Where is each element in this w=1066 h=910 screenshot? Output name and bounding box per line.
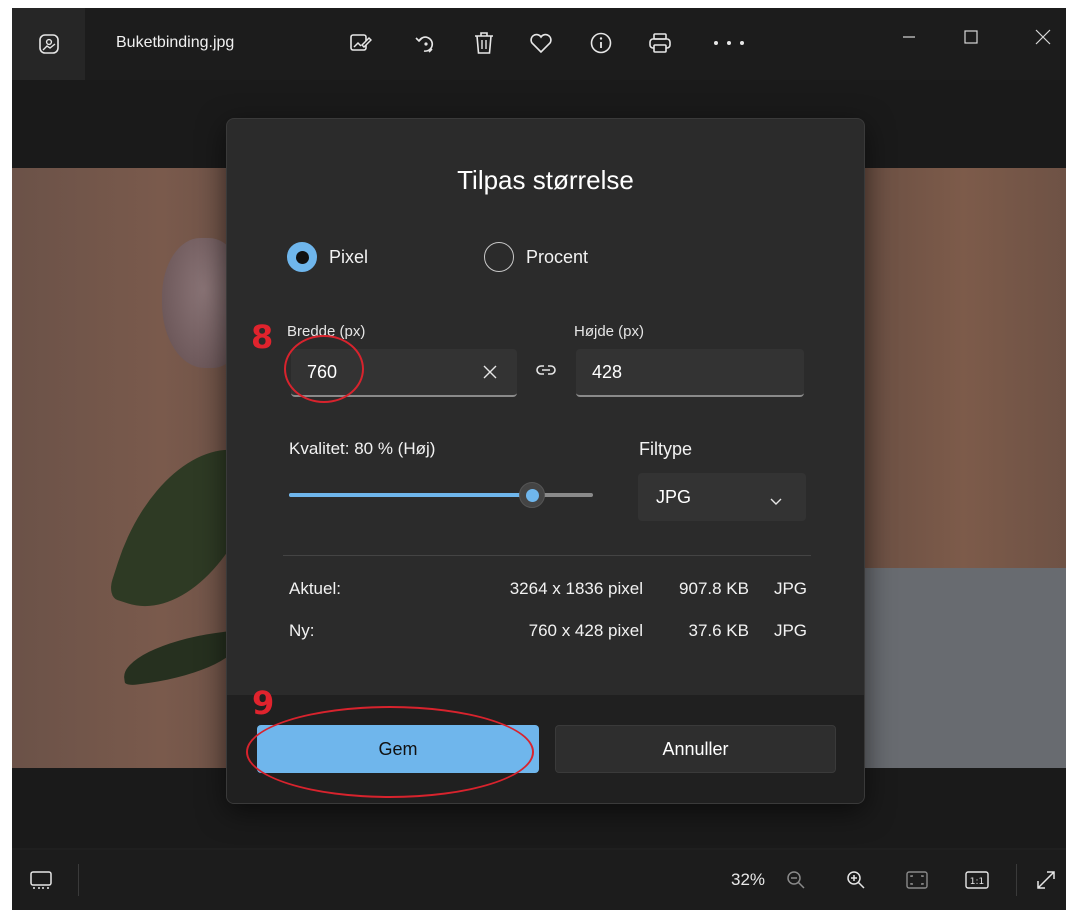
dialog-title: Tilpas størrelse xyxy=(457,165,634,195)
new-file-type: JPG xyxy=(773,621,807,640)
quality-slider-thumb[interactable] xyxy=(519,482,546,508)
link-aspect-ratio-icon[interactable] xyxy=(534,360,558,380)
zoom-in-icon[interactable] xyxy=(842,866,870,894)
actual-size-icon[interactable]: 1:1 xyxy=(962,866,992,894)
quality-label: Kvalitet: 80 % (Høj) xyxy=(289,439,436,458)
current-info-row: Aktuel: 3264 x 1836 pixel 907.8 KB JPG xyxy=(289,579,807,603)
filetype-value: JPG xyxy=(656,486,692,507)
minimize-icon[interactable] xyxy=(894,22,924,52)
rotate-icon[interactable] xyxy=(410,28,440,58)
clear-input-icon[interactable] xyxy=(479,361,501,383)
delete-icon[interactable] xyxy=(469,28,499,58)
radio-pixel[interactable]: Pixel xyxy=(287,241,368,273)
step-number-9: 9 xyxy=(252,684,275,722)
more-icon[interactable] xyxy=(709,28,749,58)
new-info-row: Ny: 760 x 428 pixel 37.6 KB JPG xyxy=(289,621,807,645)
step-number-8: 8 xyxy=(251,318,274,356)
divider xyxy=(283,555,811,556)
current-label: Aktuel: xyxy=(289,579,341,598)
new-dimensions: 760 x 428 pixel xyxy=(528,621,643,640)
maximize-icon[interactable] xyxy=(956,22,986,52)
cancel-button[interactable]: Annuller xyxy=(555,725,836,773)
height-input[interactable]: 428 xyxy=(576,349,804,397)
fit-to-window-icon[interactable] xyxy=(902,866,932,894)
zoom-level[interactable]: 32% xyxy=(726,866,770,894)
annotation-ellipse-width xyxy=(284,335,364,403)
close-icon[interactable] xyxy=(1028,22,1058,52)
quality-slider-fill xyxy=(289,493,533,497)
quality-slider[interactable] xyxy=(289,482,593,508)
photos-app-icon xyxy=(38,34,59,54)
photo-arm-right xyxy=(861,168,1066,568)
radio-percent[interactable]: Procent xyxy=(484,241,588,273)
new-label: Ny: xyxy=(289,621,315,640)
current-file-type: JPG xyxy=(773,579,807,598)
favorite-heart-icon[interactable] xyxy=(526,28,556,58)
filetype-select[interactable]: JPG xyxy=(638,473,806,521)
height-label: Højde (px) xyxy=(574,323,645,340)
height-value: 428 xyxy=(592,361,623,382)
resize-dialog: Tilpas størrelse Pixel Procent Bredde (p… xyxy=(226,118,865,804)
photos-app-window: Buketbinding.jpg 32% 1:1 Tilpas størrels… xyxy=(12,8,1066,910)
fullscreen-icon[interactable] xyxy=(1032,866,1060,894)
radio-percent-label: Procent xyxy=(526,246,589,267)
radio-unselected-icon[interactable] xyxy=(484,242,514,272)
app-icon[interactable] xyxy=(12,8,85,80)
current-file-size: 907.8 KB xyxy=(679,579,749,598)
file-name: Buketbinding.jpg xyxy=(116,34,235,51)
chevron-down-icon xyxy=(770,490,782,511)
new-file-size: 37.6 KB xyxy=(688,621,750,640)
filetype-label: Filtype xyxy=(639,439,693,459)
info-icon[interactable] xyxy=(586,28,616,58)
radio-selected-icon[interactable] xyxy=(287,242,317,272)
divider xyxy=(78,864,79,896)
svg-text:1:1: 1:1 xyxy=(970,877,984,887)
photo-background xyxy=(861,568,1066,768)
radio-pixel-label: Pixel xyxy=(329,246,369,267)
status-bar: 32% 1:1 xyxy=(12,850,1066,910)
divider xyxy=(1016,864,1017,896)
print-icon[interactable] xyxy=(645,28,675,58)
edit-image-icon[interactable] xyxy=(345,28,375,58)
current-dimensions: 3264 x 1836 pixel xyxy=(509,579,643,598)
filmstrip-icon[interactable] xyxy=(26,866,56,894)
title-bar: Buketbinding.jpg xyxy=(12,8,1066,80)
annotation-ellipse-save xyxy=(246,706,534,798)
zoom-out-icon[interactable] xyxy=(782,866,810,894)
